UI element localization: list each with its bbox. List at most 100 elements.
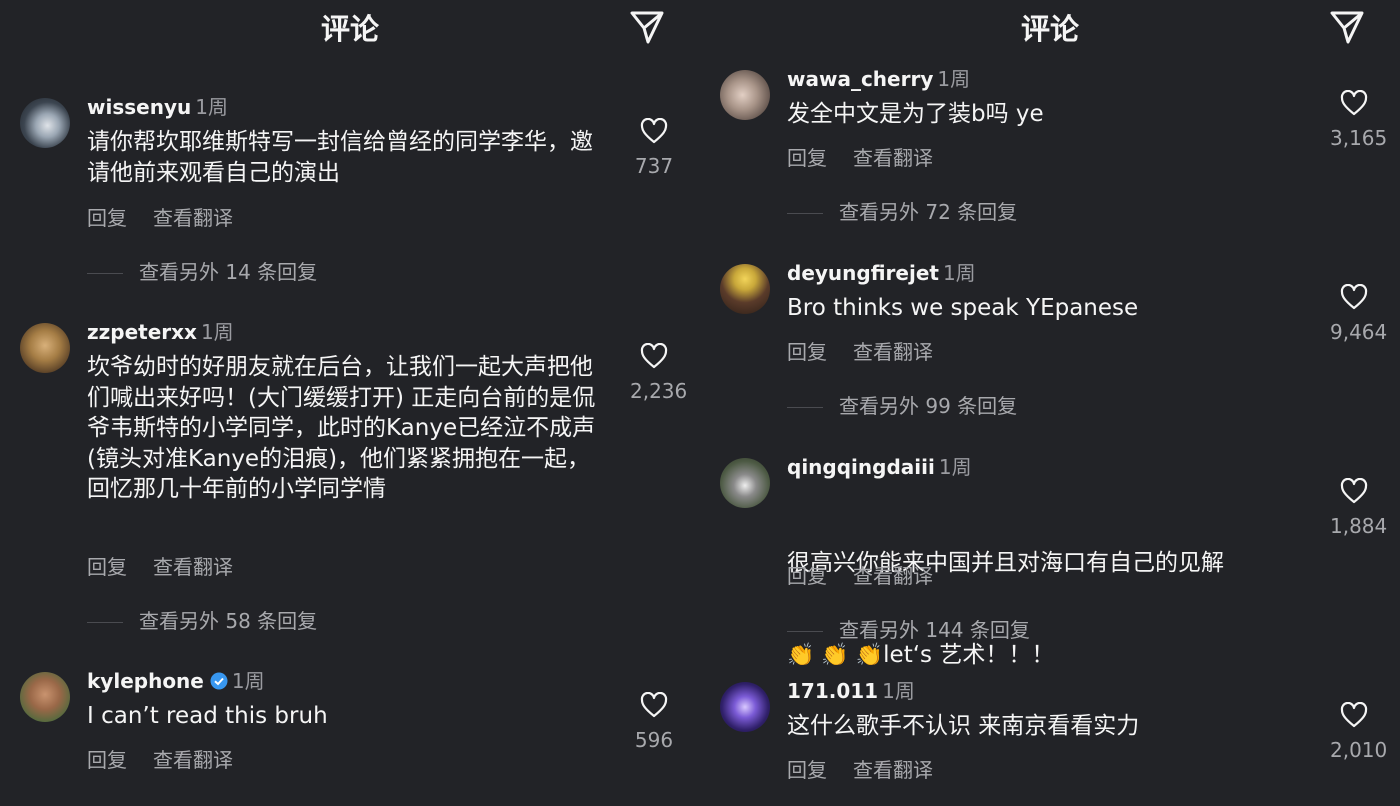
- comments-panel-right: 评论 wawa_cherry 1周 发全中文是为了装b吗 ye 回复 查看翻译 查看…: [700, 0, 1400, 806]
- comment-meta: wawa_cherry 1周: [787, 66, 970, 92]
- timestamp: 1周: [200, 320, 234, 344]
- comment-actions: 回复 查看翻译: [787, 560, 933, 589]
- like-button[interactable]: 596: [630, 692, 678, 752]
- timestamp: 1周: [937, 67, 971, 91]
- like-button[interactable]: 2,010: [1330, 702, 1388, 762]
- heart-icon[interactable]: [640, 692, 668, 718]
- reply-button[interactable]: 回复: [87, 206, 127, 230]
- header: 评论: [700, 0, 1400, 60]
- view-more-replies-label: 查看另外 72 条回复: [839, 200, 1018, 224]
- avatar[interactable]: [20, 323, 70, 373]
- username[interactable]: deyungfirejet: [787, 261, 939, 285]
- reply-button[interactable]: 回复: [787, 340, 827, 364]
- translate-button[interactable]: 查看翻译: [853, 340, 933, 364]
- like-count: 596: [634, 728, 674, 752]
- reply-button[interactable]: 回复: [87, 555, 127, 579]
- translate-button[interactable]: 查看翻译: [853, 146, 933, 170]
- avatar[interactable]: [720, 264, 770, 314]
- comment-text-tail: let‘s 艺术！！！: [883, 641, 1055, 668]
- comment-text: 发全中文是为了装b吗 ye: [787, 101, 1044, 127]
- comment-text: 坎爷幼时的好朋友就在后台，让我们一起大声把他们喊出来好吗！(大门缓缓打开) 正走…: [87, 354, 603, 502]
- timestamp: 1周: [231, 669, 265, 693]
- comment-meta: deyungfirejet 1周: [787, 260, 976, 286]
- view-more-replies-label: 查看另外 99 条回复: [839, 394, 1018, 418]
- translate-button[interactable]: 查看翻译: [853, 758, 933, 782]
- avatar[interactable]: [20, 98, 70, 148]
- reply-button[interactable]: 回复: [787, 564, 827, 588]
- send-icon[interactable]: [1328, 8, 1366, 46]
- like-button[interactable]: 737: [630, 118, 678, 178]
- view-more-replies-label: 查看另外 14 条回复: [139, 260, 318, 284]
- view-more-replies[interactable]: 查看另外 14 条回复: [87, 256, 317, 285]
- timestamp: 1周: [938, 455, 972, 479]
- like-count: 2,236: [630, 379, 688, 403]
- view-more-replies[interactable]: 查看另外 72 条回复: [787, 196, 1017, 225]
- username[interactable]: wawa_cherry: [787, 67, 933, 91]
- translate-button[interactable]: 查看翻译: [153, 555, 233, 579]
- like-count: 1,884: [1330, 514, 1388, 538]
- comment-text: Bro thinks we speak YEpanese: [787, 295, 1139, 321]
- comment-actions: 回复 查看翻译: [787, 336, 933, 365]
- translate-button[interactable]: 查看翻译: [153, 748, 233, 772]
- comment-meta: zzpeterxx 1周: [87, 319, 234, 345]
- username[interactable]: 171.011: [787, 679, 878, 703]
- username[interactable]: wissenyu: [87, 95, 191, 119]
- heart-icon[interactable]: [640, 118, 668, 144]
- reply-divider: [87, 622, 123, 623]
- like-button[interactable]: 2,236: [630, 343, 688, 403]
- avatar[interactable]: [20, 672, 70, 722]
- avatar[interactable]: [720, 458, 770, 508]
- avatar[interactable]: [720, 70, 770, 120]
- send-icon[interactable]: [628, 8, 666, 46]
- comment-text: 请你帮坎耶维斯特写一封信给曾经的同学李华，邀请他前来观看自己的演出: [87, 129, 593, 186]
- reply-divider: [87, 273, 123, 274]
- username[interactable]: kylephone: [87, 669, 204, 693]
- view-more-replies-label: 查看另外 144 条回复: [839, 618, 1030, 642]
- heart-icon[interactable]: [1340, 90, 1368, 116]
- clapping-hands-icon: 👏 👏 👏: [787, 642, 884, 668]
- reply-divider: [787, 407, 823, 408]
- view-more-replies[interactable]: 查看另外 58 条回复: [87, 605, 317, 634]
- username[interactable]: zzpeterxx: [87, 320, 197, 344]
- heart-icon[interactable]: [1340, 478, 1368, 504]
- reply-button[interactable]: 回复: [787, 146, 827, 170]
- like-button[interactable]: 3,165: [1330, 90, 1388, 150]
- comment-actions: 回复 查看翻译: [87, 551, 233, 580]
- avatar[interactable]: [720, 682, 770, 732]
- comment-actions: 回复 查看翻译: [787, 754, 933, 783]
- heart-icon[interactable]: [1340, 702, 1368, 728]
- comment-meta: qingqingdaiii 1周: [787, 454, 972, 480]
- timestamp: 1周: [942, 261, 976, 285]
- username[interactable]: qingqingdaiii: [787, 455, 935, 479]
- comment-meta: wissenyu 1周: [87, 94, 228, 120]
- heart-icon[interactable]: [640, 343, 668, 369]
- comment-text: I can’t read this bruh: [87, 703, 328, 729]
- page-title: 评论: [1020, 12, 1079, 46]
- comments-panel-left: 评论 wissenyu 1周 请你帮坎耶维斯特写一封信给曾经的同学李华，邀请他前来…: [0, 0, 700, 806]
- like-button[interactable]: 1,884: [1330, 478, 1388, 538]
- heart-icon[interactable]: [1340, 284, 1368, 310]
- reply-button[interactable]: 回复: [87, 748, 127, 772]
- like-count: 737: [634, 154, 674, 178]
- reply-divider: [787, 631, 823, 632]
- comment-text: 这什么歌手不认识 来南京看看实力: [787, 713, 1140, 739]
- translate-button[interactable]: 查看翻译: [153, 206, 233, 230]
- view-more-replies[interactable]: 查看另外 99 条回复: [787, 390, 1017, 419]
- comment-actions: 回复 查看翻译: [87, 744, 233, 773]
- header: 评论: [0, 0, 700, 60]
- timestamp: 1周: [882, 679, 915, 703]
- comment-actions: 回复 查看翻译: [787, 142, 933, 171]
- view-more-replies-label: 查看另外 58 条回复: [139, 609, 318, 633]
- like-count: 2,010: [1330, 738, 1388, 762]
- translate-button[interactable]: 查看翻译: [853, 564, 933, 588]
- like-count: 9,464: [1330, 320, 1388, 344]
- comment-text-line: 👏 👏 👏let‘s 艺术！！！: [787, 640, 1307, 672]
- verified-badge-icon: [210, 672, 228, 690]
- comment-actions: 回复 查看翻译: [87, 202, 233, 231]
- like-count: 3,165: [1330, 126, 1388, 150]
- reply-button[interactable]: 回复: [787, 758, 827, 782]
- timestamp: 1周: [195, 95, 228, 119]
- like-button[interactable]: 9,464: [1330, 284, 1388, 344]
- comment-meta: 171.011 1周: [787, 678, 915, 704]
- view-more-replies[interactable]: 查看另外 144 条回复: [787, 614, 1030, 643]
